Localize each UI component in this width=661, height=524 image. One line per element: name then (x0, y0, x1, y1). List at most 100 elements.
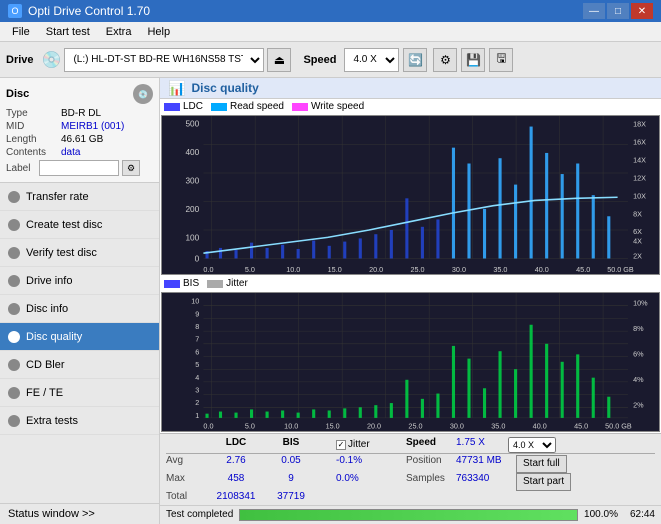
svg-text:18X: 18X (633, 119, 646, 128)
label-input[interactable] (39, 160, 119, 176)
menu-bar: File Start test Extra Help (0, 22, 661, 42)
svg-text:2X: 2X (633, 251, 642, 260)
svg-text:15.0: 15.0 (328, 265, 342, 274)
menu-help[interactable]: Help (139, 24, 178, 40)
label-button[interactable]: ⚙ (122, 160, 140, 176)
status-window-button[interactable]: Status window >> (0, 503, 159, 524)
svg-text:1: 1 (195, 411, 199, 420)
drive-icon: 💿 (42, 50, 62, 70)
nav-transfer-rate[interactable]: Transfer rate (0, 183, 159, 211)
cd-bler-icon (8, 359, 20, 371)
disc-panel: Disc 💿 Type BD-R DL MID MEIRB1 (001) Len… (0, 78, 159, 183)
speed-stat-value: 1.75 X (456, 437, 506, 453)
refresh-button[interactable]: 🔄 (403, 48, 427, 72)
stats-area: LDC BIS ✓ Jitter Speed 1.75 X 4.0 X (160, 433, 661, 505)
svg-text:8: 8 (195, 322, 199, 331)
ldc-legend-label: LDC (183, 101, 203, 112)
start-full-button[interactable]: Start full (516, 455, 567, 473)
speed-select[interactable]: 4.0 X (344, 48, 399, 72)
svg-text:40.0: 40.0 (535, 265, 549, 274)
nav-disc-info[interactable]: Disc info (0, 295, 159, 323)
nav-verify-test-disc[interactable]: Verify test disc (0, 239, 159, 267)
menu-extra[interactable]: Extra (98, 24, 140, 40)
disc-info-icon (8, 303, 20, 315)
bis-header: BIS (266, 437, 316, 453)
start-part-button[interactable]: Start part (516, 473, 571, 491)
svg-text:10X: 10X (633, 191, 646, 200)
write-speed-legend-color (292, 103, 308, 111)
eject-button[interactable]: ⏏ (267, 48, 291, 72)
nav-items: Transfer rate Create test disc Verify te… (0, 183, 159, 503)
speed-dropdown[interactable]: 4.0 X (508, 437, 556, 453)
progress-label: 100.0% (584, 509, 618, 520)
burn-button[interactable]: 💾 (461, 48, 485, 72)
svg-text:500: 500 (185, 118, 199, 128)
svg-text:12X: 12X (633, 173, 646, 182)
total-ldc: 2108341 (206, 491, 266, 502)
app-title: Opti Drive Control 1.70 (28, 4, 150, 18)
bottom-bar: Test completed 100.0% 62:44 (160, 505, 661, 524)
drive-select[interactable]: (L:) HL-DT-ST BD-RE WH16NS58 TST4 (64, 48, 264, 72)
svg-text:100: 100 (185, 232, 199, 242)
svg-text:200: 200 (185, 204, 199, 214)
title-bar: O Opti Drive Control 1.70 — □ ✕ (0, 0, 661, 22)
menu-start-test[interactable]: Start test (38, 24, 98, 40)
svg-text:10%: 10% (633, 299, 648, 308)
svg-text:14X: 14X (633, 155, 646, 164)
total-row: Total 2108341 37719 (166, 491, 655, 502)
svg-text:10.0: 10.0 (286, 265, 300, 274)
progress-bar (239, 509, 578, 521)
toolbar: Drive 💿 (L:) HL-DT-ST BD-RE WH16NS58 TST… (0, 42, 661, 78)
close-button[interactable]: ✕ (631, 3, 653, 19)
top-chart-legend: LDC Read speed Write speed (160, 99, 661, 114)
svg-text:4: 4 (195, 373, 199, 382)
total-bis: 37719 (266, 491, 316, 502)
nav-drive-info[interactable]: Drive info (0, 267, 159, 295)
svg-text:35.0: 35.0 (491, 422, 505, 431)
minimize-button[interactable]: — (583, 3, 605, 19)
length-label: Length (6, 134, 61, 145)
samples-label: Samples (406, 473, 456, 491)
drive-label: Drive (6, 54, 34, 66)
svg-text:45.0: 45.0 (574, 422, 588, 431)
time-label: 62:44 (630, 509, 655, 520)
nav-verify-test-disc-label: Verify test disc (26, 247, 97, 259)
mid-value: MEIRB1 (001) (61, 121, 124, 132)
disc-panel-title: Disc (6, 88, 29, 100)
bis-legend-label: BIS (183, 278, 199, 289)
svg-text:0: 0 (195, 254, 200, 264)
length-value: 46.61 GB (61, 134, 103, 145)
nav-transfer-rate-label: Transfer rate (26, 191, 89, 203)
nav-cd-bler[interactable]: CD Bler (0, 351, 159, 379)
svg-text:10.0: 10.0 (284, 422, 298, 431)
svg-text:10: 10 (191, 297, 199, 306)
app-icon: O (8, 4, 22, 18)
nav-disc-quality[interactable]: Disc quality (0, 323, 159, 351)
contents-value: data (61, 147, 80, 158)
read-speed-legend-color (211, 103, 227, 111)
maximize-button[interactable]: □ (607, 3, 629, 19)
disc-quality-icon-header: 📊 (168, 80, 185, 97)
svg-text:40.0: 40.0 (533, 422, 547, 431)
svg-text:7: 7 (195, 335, 199, 344)
disc-icon: 💿 (133, 84, 153, 104)
svg-text:25.0: 25.0 (411, 265, 425, 274)
bottom-chart-svg: 10 9 8 7 6 5 4 3 2 1 10% 8% 6% 4% 2% 0.0… (162, 293, 659, 431)
nav-create-test-disc[interactable]: Create test disc (0, 211, 159, 239)
nav-fe-te[interactable]: FE / TE (0, 379, 159, 407)
nav-disc-quality-label: Disc quality (26, 331, 82, 343)
settings-button[interactable]: ⚙ (433, 48, 457, 72)
fe-te-icon (8, 387, 20, 399)
svg-text:2: 2 (195, 398, 199, 407)
svg-text:5.0: 5.0 (245, 265, 255, 274)
transfer-rate-icon (8, 191, 20, 203)
nav-extra-tests[interactable]: Extra tests (0, 407, 159, 435)
svg-text:30.0: 30.0 (452, 265, 466, 274)
speed-value: 1.75 X (456, 437, 485, 448)
mid-label: MID (6, 121, 61, 132)
extra-tests-icon (8, 415, 20, 427)
jitter-checkbox[interactable]: ✓ (336, 440, 346, 450)
save-button[interactable]: 🖫 (489, 48, 513, 72)
position-label: Position (406, 455, 456, 473)
menu-file[interactable]: File (4, 24, 38, 40)
